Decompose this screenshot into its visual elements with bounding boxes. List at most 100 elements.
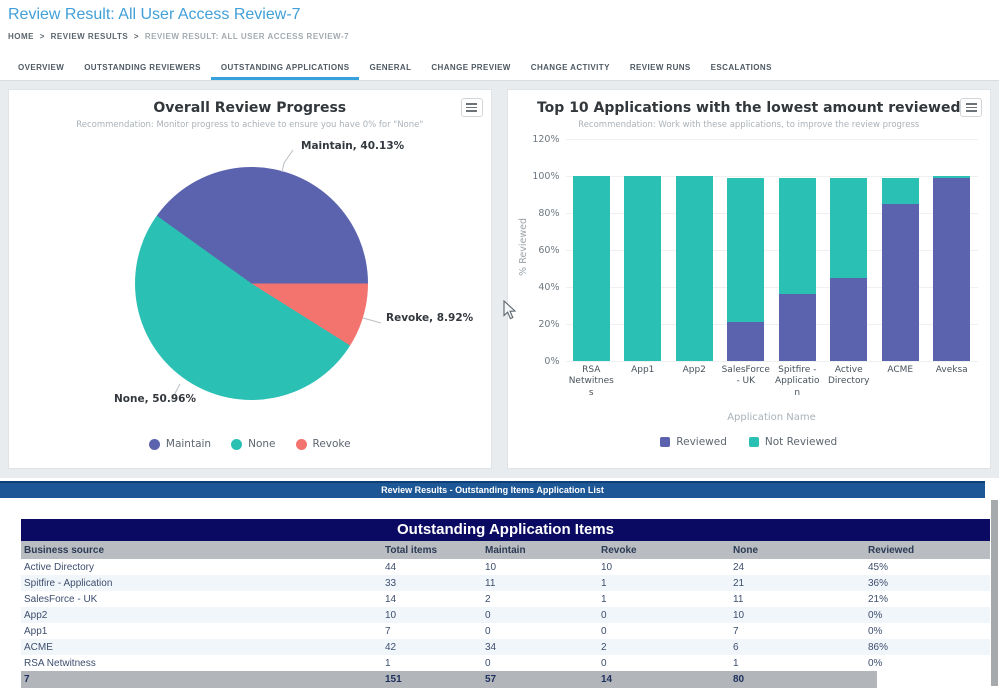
table-cell: 0% bbox=[865, 626, 987, 637]
bar-segment-reviewed[interactable] bbox=[830, 278, 867, 361]
legend-square-icon bbox=[749, 437, 759, 447]
pie-legend-item[interactable]: Revoke bbox=[296, 438, 351, 450]
tab-bar: OVERVIEW OUTSTANDING REVIEWERS OUTSTANDI… bbox=[0, 54, 999, 81]
table-cell: 14 bbox=[382, 594, 482, 605]
table-total-row: 7151571480 bbox=[21, 671, 877, 688]
table-cell: 0 bbox=[598, 658, 730, 669]
breadcrumb: HOME > REVIEW RESULTS > REVIEW RESULT: A… bbox=[8, 32, 999, 41]
table-cell: 0 bbox=[598, 610, 730, 621]
tab-outstanding-applications[interactable]: OUTSTANDING APPLICATIONS bbox=[211, 54, 360, 80]
yaxis-tick-label: 80% bbox=[524, 208, 560, 219]
bar-segment-not-reviewed[interactable] bbox=[573, 176, 610, 361]
table-cell: 45% bbox=[865, 562, 987, 573]
table-cell: 24 bbox=[730, 562, 865, 573]
tab-outstanding-reviewers[interactable]: OUTSTANDING REVIEWERS bbox=[74, 54, 211, 80]
table-row: App21000100% bbox=[21, 607, 990, 623]
tab-review-runs[interactable]: REVIEW RUNS bbox=[620, 54, 701, 80]
bar-segment-not-reviewed[interactable] bbox=[933, 176, 970, 178]
table-cell: 1 bbox=[598, 594, 730, 605]
bar-App1[interactable] bbox=[624, 139, 661, 361]
table-header-row: Business sourceTotal itemsMaintainRevoke… bbox=[21, 541, 990, 559]
bar-legend-item[interactable]: Not Reviewed bbox=[749, 436, 837, 448]
column-header-none[interactable]: None bbox=[730, 545, 865, 556]
table-cell: 42 bbox=[382, 642, 482, 653]
bar-legend: Reviewed Not Reviewed bbox=[508, 436, 991, 448]
yaxis-tick-label: 60% bbox=[524, 245, 560, 256]
breadcrumb-separator: > bbox=[40, 32, 45, 41]
breadcrumb-review-results[interactable]: REVIEW RESULTS bbox=[51, 32, 129, 41]
table-cell: 0 bbox=[482, 610, 598, 621]
xaxis-tick-label: ACME bbox=[876, 365, 926, 376]
bar-Aveksa[interactable] bbox=[933, 139, 970, 361]
xaxis-tick-label: Spitfire - Application bbox=[773, 365, 823, 399]
bar-segment-not-reviewed[interactable] bbox=[830, 178, 867, 278]
bar-chart-title: Top 10 Applications with the lowest amou… bbox=[508, 100, 991, 116]
column-header-business-source[interactable]: Business source bbox=[21, 545, 382, 556]
bar-legend-item[interactable]: Reviewed bbox=[660, 436, 727, 448]
breadcrumb-current: REVIEW RESULT: ALL USER ACCESS REVIEW-7 bbox=[145, 32, 349, 41]
table-cell: App1 bbox=[21, 626, 382, 637]
column-header-maintain[interactable]: Maintain bbox=[482, 545, 598, 556]
tab-change-preview[interactable]: CHANGE PREVIEW bbox=[421, 54, 520, 80]
table-cell: 1 bbox=[598, 578, 730, 589]
table-cell: 0 bbox=[598, 626, 730, 637]
breadcrumb-home[interactable]: HOME bbox=[8, 32, 34, 41]
legend-dot-icon bbox=[296, 439, 307, 450]
table-cell: 0% bbox=[865, 610, 987, 621]
table-cell: 80 bbox=[730, 674, 865, 685]
pie-label-none: None, 50.96% bbox=[114, 393, 196, 405]
table-cell: ACME bbox=[21, 642, 382, 653]
pie-legend-item[interactable]: Maintain bbox=[149, 438, 211, 450]
bar-SalesForce - UK[interactable] bbox=[727, 139, 764, 361]
bar-segment-not-reviewed[interactable] bbox=[727, 178, 764, 322]
bar-chart-card: Top 10 Applications with the lowest amou… bbox=[507, 89, 992, 469]
pie-chart[interactable] bbox=[135, 167, 368, 400]
pie-legend: Maintain None Revoke bbox=[9, 438, 491, 450]
bar-App2[interactable] bbox=[676, 139, 713, 361]
bar-segment-not-reviewed[interactable] bbox=[624, 176, 661, 361]
bar-Spitfire - Application[interactable] bbox=[779, 139, 816, 361]
pie-chart-title: Overall Review Progress bbox=[9, 100, 491, 116]
table-title: Outstanding Application Items bbox=[21, 519, 990, 541]
tab-general[interactable]: GENERAL bbox=[359, 54, 421, 80]
table-cell: 7 bbox=[730, 626, 865, 637]
table-cell: 2 bbox=[598, 642, 730, 653]
bar-Active Directory[interactable] bbox=[830, 139, 867, 361]
table-cell: 10 bbox=[382, 610, 482, 621]
bar-segment-reviewed[interactable] bbox=[727, 322, 764, 361]
tab-escalations[interactable]: ESCALATIONS bbox=[701, 54, 782, 80]
table-cell: 0% bbox=[865, 658, 987, 669]
column-header-total-items[interactable]: Total items bbox=[382, 545, 482, 556]
xaxis-tick-label: App1 bbox=[618, 365, 668, 376]
column-header-revoke[interactable]: Revoke bbox=[598, 545, 730, 556]
table-cell: 2 bbox=[482, 594, 598, 605]
pie-legend-item[interactable]: None bbox=[231, 438, 275, 450]
table-cell: 0 bbox=[482, 626, 598, 637]
bar-RSA Netwitness[interactable] bbox=[573, 139, 610, 361]
table-cell: SalesForce - UK bbox=[21, 594, 382, 605]
table-cell: 1 bbox=[382, 658, 482, 669]
table-cell: 7 bbox=[382, 626, 482, 637]
table-cell: 34 bbox=[482, 642, 598, 653]
table-cell: 151 bbox=[382, 674, 482, 685]
bar-segment-reviewed[interactable] bbox=[779, 294, 816, 361]
xaxis-tick-label: Aveksa bbox=[927, 365, 977, 376]
column-header-reviewed[interactable]: Reviewed bbox=[865, 545, 987, 556]
bar-chart-subtitle: Recommendation: Work with these applicat… bbox=[508, 120, 991, 130]
legend-square-icon bbox=[660, 437, 670, 447]
bar-segment-not-reviewed[interactable] bbox=[676, 176, 713, 361]
table-cell: 11 bbox=[482, 578, 598, 589]
vertical-scrollbar-thumb[interactable] bbox=[991, 500, 998, 686]
chart-context-menu-icon[interactable] bbox=[960, 98, 982, 117]
tab-overview[interactable]: OVERVIEW bbox=[8, 54, 74, 80]
table-cell: 10 bbox=[598, 562, 730, 573]
bar-segment-reviewed[interactable] bbox=[933, 178, 970, 361]
tab-change-activity[interactable]: CHANGE ACTIVITY bbox=[521, 54, 620, 80]
bar-ACME[interactable] bbox=[882, 139, 919, 361]
legend-dot-icon bbox=[149, 439, 160, 450]
chart-context-menu-icon[interactable] bbox=[461, 98, 483, 117]
pie-chart-card: Overall Review Progress Recommendation: … bbox=[8, 89, 492, 469]
bar-segment-reviewed[interactable] bbox=[882, 204, 919, 361]
bar-segment-not-reviewed[interactable] bbox=[779, 178, 816, 295]
bar-segment-not-reviewed[interactable] bbox=[882, 178, 919, 204]
